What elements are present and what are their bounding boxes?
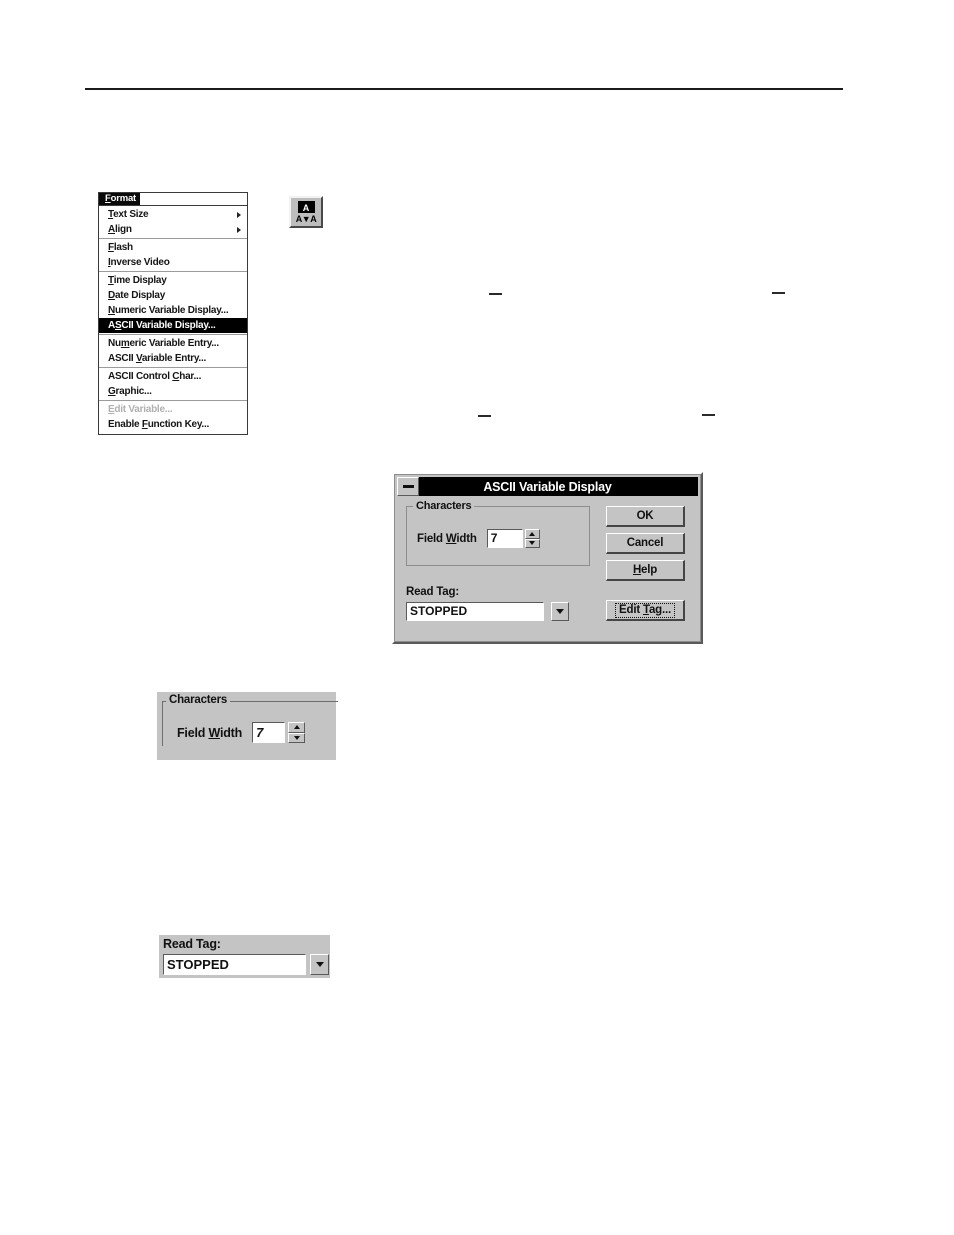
arrow-up-icon: [293, 725, 300, 730]
menu-item-ascii-control-char[interactable]: ASCII Control Char...: [99, 369, 247, 384]
callout-stepper-up-button[interactable]: [288, 722, 306, 733]
field-width-input[interactable]: 7: [486, 529, 523, 548]
scan-artifact-dash: [772, 292, 785, 294]
menu-item-label: dit Variable...: [114, 404, 173, 415]
menu-item-label: eric Variable Entry...: [129, 338, 220, 349]
arrow-down-icon: [293, 735, 300, 740]
ascii-variable-display-toolbar-button[interactable]: A A▼A: [289, 196, 323, 228]
callout-field-width-input[interactable]: 7: [252, 722, 286, 743]
help-button[interactable]: Help: [606, 560, 685, 581]
menu-item-enable-function-key[interactable]: Enable Function Key...: [99, 417, 247, 432]
menu-item-ascii-variable-display[interactable]: ASCII Variable Display...: [99, 318, 247, 333]
menu-item-align[interactable]: Align: [99, 222, 247, 237]
system-menu-icon[interactable]: [397, 477, 419, 496]
callout-read-tag-input[interactable]: STOPPED: [163, 954, 306, 975]
callout-read-tag-label: Read Tag:: [163, 937, 221, 951]
menu-divider: [99, 367, 247, 368]
menu-item-label: ext Size: [113, 209, 149, 220]
read-tag-row: STOPPED: [406, 602, 569, 621]
read-tag-input[interactable]: STOPPED: [406, 602, 544, 621]
menu-item-label: lign: [114, 224, 132, 235]
callout-characters-legend: Characters: [166, 694, 231, 706]
menu-item-date-display[interactable]: Date Display: [99, 288, 247, 303]
icon-letter-a-box: A: [297, 200, 315, 213]
callout-field-width-label: Field Width: [177, 725, 243, 740]
cancel-button[interactable]: Cancel: [606, 533, 685, 554]
submenu-arrow-icon: [237, 212, 241, 218]
menu-item-label: umeric Variable Display...: [114, 305, 229, 316]
callout-field-width-row: Field Width 7: [177, 722, 306, 743]
scan-artifact-dash: [478, 415, 491, 417]
menu-item-label: ate Display: [114, 290, 166, 301]
menu-item-label: raphic...: [115, 386, 152, 397]
stepper-up-button[interactable]: [524, 529, 540, 539]
field-width-row: Field Width 7: [417, 529, 540, 548]
edit-tag-button[interactable]: Edit Tag...: [606, 600, 685, 621]
down-arrow-icon: [556, 609, 564, 614]
icon-a-arrow-a: A▼A: [295, 213, 317, 224]
ok-button[interactable]: OK: [606, 506, 685, 527]
read-tag-label: Read Tag:: [406, 586, 459, 598]
minimize-bar-glyph: [402, 485, 414, 488]
ascii-variable-display-dialog: ASCII Variable Display Characters Field …: [392, 472, 703, 644]
scan-artifact-dash: [702, 414, 715, 416]
callout-read-tag-row: STOPPED: [163, 954, 329, 975]
down-arrow-icon: [315, 962, 324, 967]
callout-stepper-down-button[interactable]: [288, 732, 306, 743]
menu-item-label: unction Key...: [147, 419, 210, 430]
format-menu[interactable]: Format Text Size Align Flash Inverse Vid…: [98, 192, 248, 435]
arrow-down-icon: [529, 541, 536, 546]
field-width-stepper[interactable]: [524, 529, 540, 548]
edit-tag-focus-rect: Edit Tag...: [615, 602, 675, 618]
callout-field-width-stepper[interactable]: [288, 722, 306, 743]
menu-item-label: CII Variable Display...: [121, 320, 216, 331]
format-menu-title-rest: ormat: [110, 193, 137, 204]
scan-artifact-dash: [489, 293, 502, 295]
menu-item-flash[interactable]: Flash: [99, 240, 247, 255]
characters-groupbox: Characters Field Width 7: [406, 500, 590, 566]
stepper-down-button[interactable]: [524, 538, 540, 548]
format-menu-titlebar[interactable]: Format: [99, 193, 247, 205]
menu-divider: [99, 400, 247, 401]
submenu-arrow-icon: [237, 227, 241, 233]
characters-detail-callout: Characters Field Width 7: [157, 692, 338, 760]
menu-item-inverse-video[interactable]: Inverse Video: [99, 255, 247, 270]
menu-item-numeric-variable-display[interactable]: Numeric Variable Display...: [99, 303, 247, 318]
read-tag-dropdown-button[interactable]: [551, 602, 569, 621]
field-width-label: Field Width: [417, 532, 477, 545]
callout-read-tag-dropdown-button[interactable]: [310, 954, 329, 975]
page-header-rule: [85, 88, 843, 90]
dialog-title: ASCII Variable Display: [483, 479, 612, 494]
format-menu-items: Text Size Align Flash Inverse Video Time…: [99, 206, 247, 434]
read-tag-detail-callout: Read Tag: STOPPED: [159, 935, 330, 978]
arrow-up-icon: [529, 531, 536, 536]
menu-divider: [99, 238, 247, 239]
dialog-titlebar: ASCII Variable Display: [397, 477, 698, 496]
menu-item-label: lash: [113, 242, 133, 253]
ascii-variable-display-icon: A A▼A: [294, 200, 318, 224]
menu-item-graphic[interactable]: Graphic...: [99, 384, 247, 399]
characters-legend: Characters: [413, 500, 475, 512]
menu-item-time-display[interactable]: Time Display: [99, 273, 247, 288]
menu-item-ascii-variable-entry[interactable]: ASCII Variable Entry...: [99, 351, 247, 366]
menu-item-label: ariable Entry...: [141, 353, 207, 364]
menu-divider: [99, 334, 247, 335]
menu-item-numeric-variable-entry[interactable]: Numeric Variable Entry...: [99, 336, 247, 351]
menu-item-label: nverse Video: [110, 257, 170, 268]
menu-divider: [99, 271, 247, 272]
menu-item-edit-variable: Edit Variable...: [108, 404, 173, 415]
menu-item-label: har...: [179, 371, 202, 382]
menu-item-label: ime Display: [113, 275, 167, 286]
format-menu-title: Format: [99, 193, 141, 205]
menu-item-text-size[interactable]: Text Size: [99, 207, 247, 222]
